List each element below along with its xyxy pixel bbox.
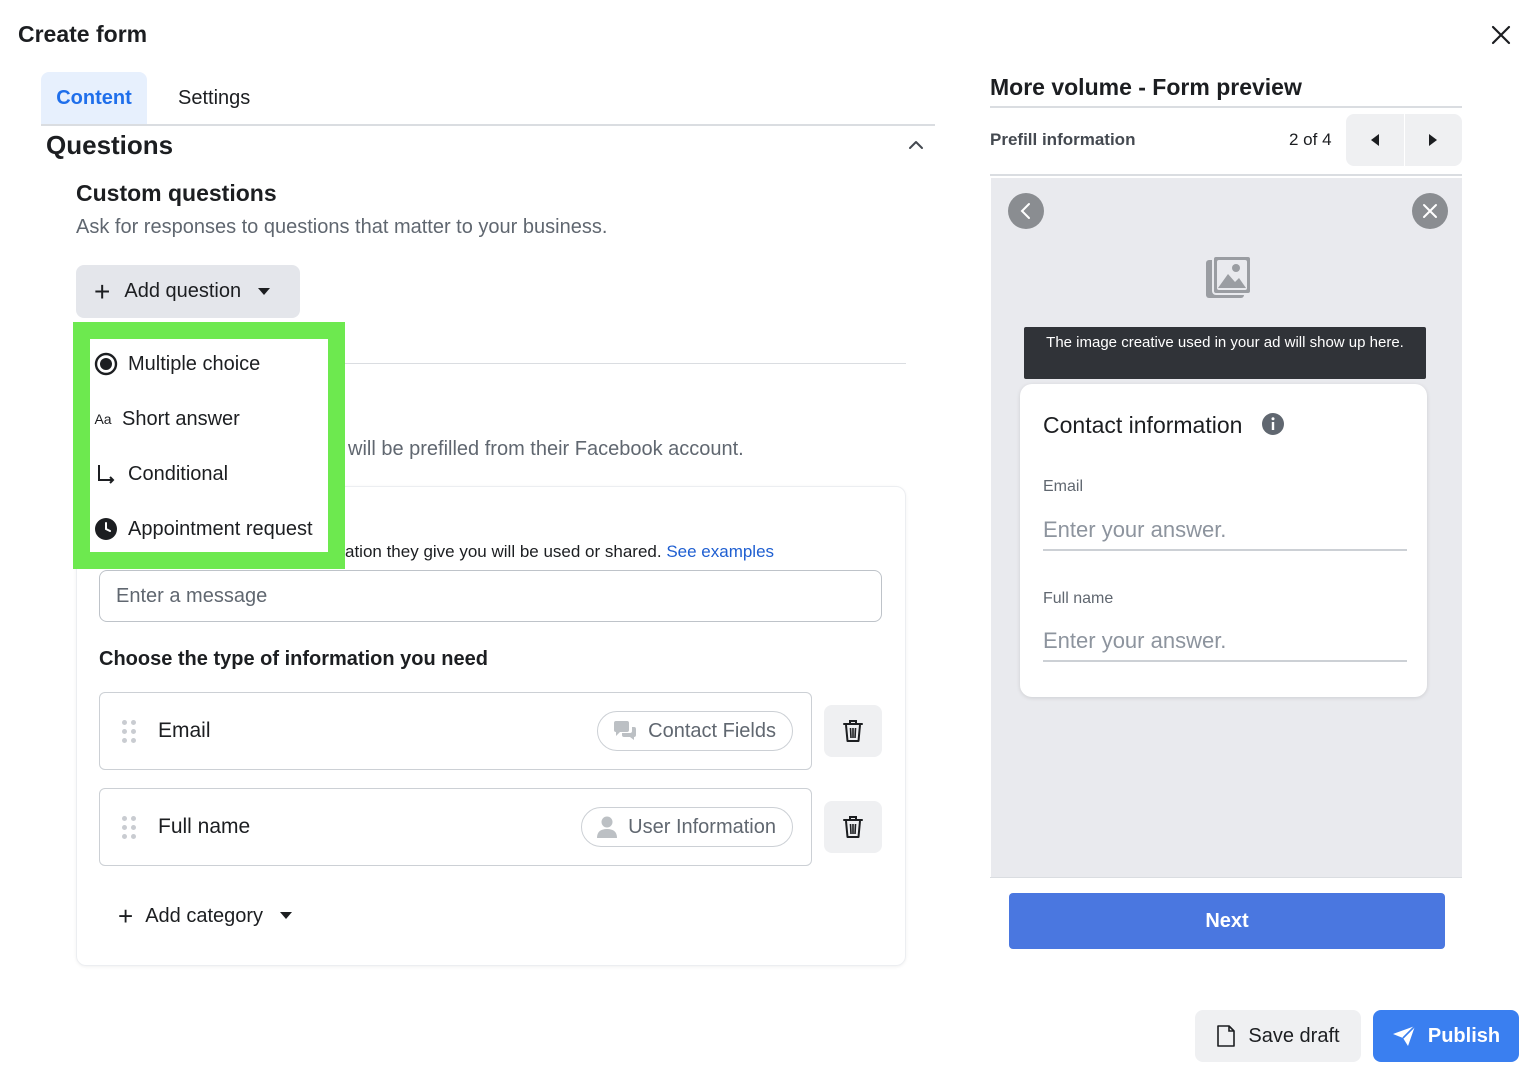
prefill-note: will be prefilled from their Facebook ac… (348, 438, 744, 460)
category-pill: Contact Fields (597, 711, 793, 751)
category-label: Contact Fields (648, 719, 776, 742)
preview-next-button[interactable]: Next (1009, 893, 1445, 949)
preview-contact-heading: Contact information (1043, 412, 1243, 438)
tab-content[interactable]: Content (41, 72, 147, 124)
close-icon (1491, 25, 1511, 45)
tab-settings[interactable]: Settings (162, 72, 266, 124)
triangle-left-icon (1370, 134, 1379, 146)
field-row-email[interactable]: Email Contact Fields (99, 692, 812, 770)
preview-title: More volume - Form preview (990, 74, 1302, 100)
menu-item-label: Multiple choice (128, 352, 261, 375)
menu-item-multiple-choice[interactable]: Multiple choice (90, 344, 328, 384)
drag-handle-icon[interactable] (122, 719, 136, 743)
trash-icon (843, 720, 863, 742)
menu-item-label: Appointment request (128, 517, 313, 540)
preview-pager (1346, 114, 1462, 166)
preview-name-input[interactable] (1043, 622, 1407, 662)
privacy-line: ation they give you will be used or shar… (345, 542, 774, 562)
menu-item-label: Conditional (128, 462, 229, 485)
preview-divider (990, 877, 1462, 878)
questions-heading: Questions (46, 130, 174, 160)
save-draft-button[interactable]: Save draft (1195, 1010, 1361, 1062)
chevron-up-icon[interactable] (905, 134, 927, 156)
add-question-menu: Multiple choice Aa Short answer Conditio… (90, 339, 328, 552)
plus-icon: + (118, 901, 134, 931)
drag-handle-icon[interactable] (122, 815, 136, 839)
publish-button[interactable]: Publish (1373, 1010, 1519, 1062)
radio-icon (94, 352, 118, 376)
choose-info-heading: Choose the type of information you need (99, 648, 488, 670)
page-count: 2 of 4 (1289, 130, 1332, 149)
close-button[interactable] (1486, 20, 1516, 50)
caret-down-icon (258, 287, 271, 295)
privacy-text: ation they give you will be used or shar… (345, 542, 662, 561)
preview-back-button[interactable] (1008, 193, 1044, 229)
add-category-button[interactable]: + Add category (118, 900, 293, 932)
image-placeholder-icon (1204, 254, 1254, 302)
preview-email-input[interactable] (1043, 511, 1407, 551)
preview-section-label: Prefill information (990, 130, 1136, 149)
menu-item-short-answer[interactable]: Aa Short answer (90, 399, 328, 439)
clock-icon (94, 517, 118, 541)
chevron-left-icon (1020, 203, 1030, 219)
info-icon[interactable] (1261, 412, 1285, 436)
user-icon (597, 816, 618, 838)
caret-down-icon (280, 912, 293, 919)
tab-divider (41, 124, 935, 126)
plus-icon: + (94, 275, 111, 307)
delete-fullname-button[interactable] (824, 801, 882, 853)
send-icon (1392, 1025, 1416, 1046)
previous-page-button[interactable] (1346, 114, 1404, 166)
close-icon (1423, 204, 1437, 218)
next-page-button[interactable] (1404, 114, 1462, 166)
category-pill: User Information (581, 807, 793, 847)
preview-name-label: Full name (1043, 590, 1114, 607)
page-title: Create form (18, 21, 148, 47)
preview-divider (990, 106, 1462, 108)
document-icon (1217, 1025, 1236, 1047)
field-row-fullname[interactable]: Full name User Information (99, 788, 812, 866)
menu-item-conditional[interactable]: Conditional (90, 454, 328, 494)
preview-email-label: Email (1043, 478, 1084, 495)
publish-label: Publish (1427, 1024, 1501, 1047)
section-divider (345, 363, 906, 364)
category-label: User Information (628, 815, 776, 838)
add-question-label: Add question (124, 280, 242, 302)
add-category-label: Add category (145, 904, 264, 927)
menu-item-appointment-request[interactable]: Appointment request (90, 509, 328, 549)
creative-banner: The image creative used in your ad will … (1024, 327, 1426, 379)
add-question-button[interactable]: + Add question (76, 265, 300, 318)
see-examples-link[interactable]: See examples (666, 542, 774, 561)
trash-icon (843, 816, 863, 838)
preview-close-button[interactable] (1412, 193, 1448, 229)
preview-divider (990, 174, 1462, 176)
chat-bubbles-icon (614, 721, 637, 740)
delete-email-button[interactable] (824, 705, 882, 757)
branch-arrow-icon (94, 462, 118, 486)
field-label: Full name (158, 815, 251, 838)
save-draft-label: Save draft (1248, 1024, 1340, 1047)
message-input[interactable] (99, 570, 882, 622)
aa-icon: Aa (94, 411, 112, 427)
custom-questions-heading: Custom questions (76, 180, 277, 206)
menu-item-label: Short answer (122, 407, 240, 430)
custom-questions-description: Ask for responses to questions that matt… (76, 216, 608, 238)
field-label: Email (158, 719, 211, 742)
triangle-right-icon (1429, 134, 1438, 146)
